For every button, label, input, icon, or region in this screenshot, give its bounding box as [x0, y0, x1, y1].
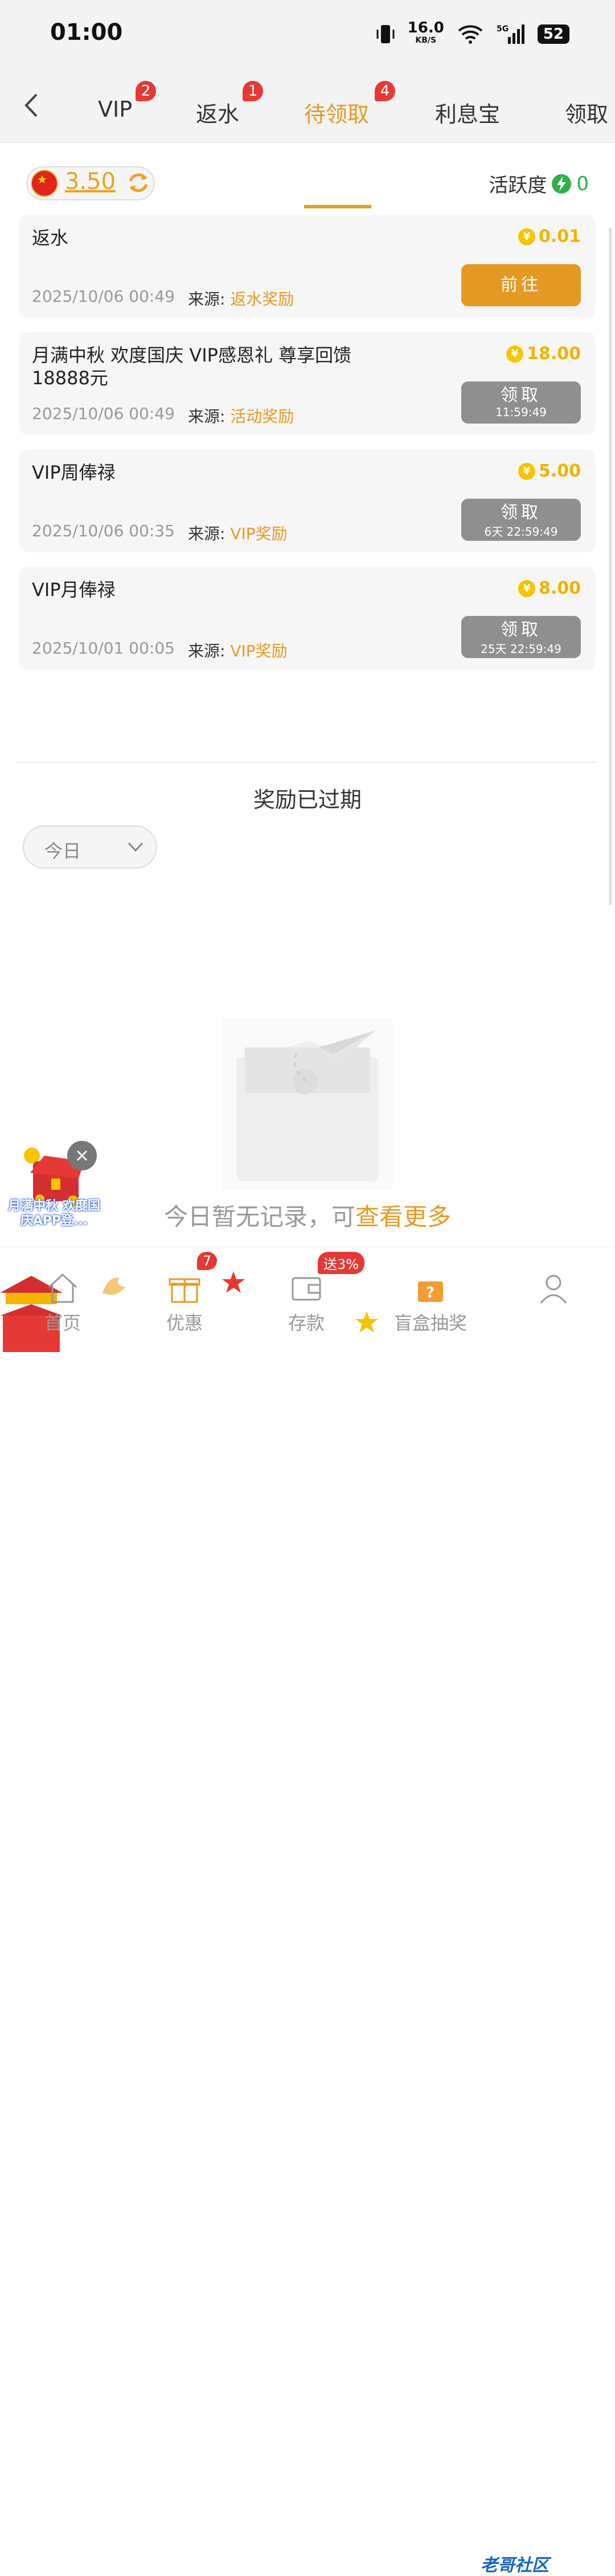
chevron-down-icon	[128, 842, 144, 852]
activity-label: 活跃度	[489, 174, 547, 197]
reward-card: 月满中秋 欢度国庆 VIP感恩礼 尊享回馈18888元 ¥18.00 2025/…	[20, 332, 594, 433]
reward-date: 2025/10/06 00:49	[32, 404, 175, 423]
china-flag-icon	[31, 170, 58, 197]
nav-deposit[interactable]: 存款	[261, 1271, 352, 1335]
signal-icon: 5G	[497, 24, 524, 44]
balance-pill[interactable]: 3.50	[26, 166, 155, 200]
reward-card: VIP月俸禄 ¥8.00 2025/10/01 00:05 来源: VIP奖励 …	[20, 567, 594, 667]
status-time: 01:00	[50, 19, 123, 46]
promotions-badge: 7	[197, 1252, 218, 1270]
claim-button[interactable]: 领取 11:59:49	[461, 381, 581, 424]
reward-amount: ¥5.00	[518, 461, 581, 481]
tab-bar: VIP 2 返水 1 待领取 4 利息宝 领取	[0, 68, 615, 208]
claim-timer: 6天 22:59:49	[484, 525, 558, 539]
promo-close-button[interactable]: ×	[67, 1141, 97, 1170]
activity-value: 0	[576, 172, 589, 195]
back-arrow-icon[interactable]	[20, 91, 43, 120]
reward-amount: ¥18.00	[506, 344, 581, 364]
reward-title: 月满中秋 欢度国庆 VIP感恩礼 尊享回馈18888元	[32, 344, 352, 389]
promo-label[interactable]: 月满中秋 欢度国庆APP登...	[6, 1199, 102, 1229]
empty-box-illustration	[222, 1019, 393, 1190]
reward-date: 2025/10/06 00:49	[32, 287, 175, 306]
watermark-logo: 老哥社区	[481, 2556, 549, 2575]
tab-rebate-badge: 1	[243, 81, 263, 101]
date-filter-dropdown[interactable]: 今日	[23, 825, 157, 869]
view-more-link[interactable]: 查看更多	[355, 1203, 451, 1231]
dove-icon	[102, 1277, 125, 1295]
reward-title: 返水	[32, 227, 69, 249]
star-icon	[355, 1311, 378, 1333]
activity-level: 活跃度 0	[489, 170, 589, 198]
balance-value: 3.50	[65, 169, 116, 195]
claim-button[interactable]: 领取 25天 22:59:49	[461, 616, 581, 658]
tab-vip[interactable]: VIP	[98, 97, 132, 122]
battery-indicator: 52	[537, 24, 569, 44]
nav-blind-box[interactable]: ? 盲盒抽奖	[385, 1271, 476, 1335]
coin-icon: ¥	[518, 228, 535, 245]
tab-pending[interactable]: 待领取	[304, 97, 369, 128]
wallet-icon	[292, 1277, 321, 1301]
coin-icon: ¥	[506, 345, 524, 363]
deposit-badge: 送3%	[318, 1252, 365, 1274]
tab-pending-badge: 4	[375, 81, 395, 101]
home-icon	[48, 1273, 77, 1303]
go-button[interactable]: 前往	[461, 264, 581, 306]
wifi-icon	[458, 25, 483, 44]
reward-card: 返水 ¥0.01 2025/10/06 00:49 来源: 返水奖励 前往	[20, 215, 594, 315]
reward-title: VIP周俸禄	[32, 462, 116, 483]
reward-date: 2025/10/01 00:05	[32, 639, 175, 658]
reward-source: 来源: 返水奖励	[188, 290, 294, 309]
svg-text:5G: 5G	[497, 24, 509, 34]
status-bar: 01:00 16.0 KB/S 5G 52	[0, 0, 615, 68]
bottom-navigation: 首页 优惠 7 存款 送3% ? 盲盒抽奖 老哥社区	[0, 1247, 615, 2575]
claim-timer: 25天 22:59:49	[481, 642, 561, 656]
reward-source: 来源: VIP奖励	[188, 642, 288, 660]
svg-text:?: ?	[426, 1284, 434, 1301]
tab-interest[interactable]: 利息宝	[435, 97, 500, 128]
status-icons: 16.0 KB/S 5G 52	[376, 19, 569, 47]
user-icon	[540, 1275, 567, 1304]
vibrate-icon	[376, 25, 395, 43]
nav-home[interactable]: 首页	[17, 1271, 108, 1335]
reward-source: 来源: 活动奖励	[188, 407, 294, 426]
nav-profile[interactable]	[508, 1271, 599, 1309]
tab-rebate[interactable]: 返水	[196, 97, 239, 128]
date-filter-value: 今日	[44, 840, 81, 862]
coin-icon: ¥	[518, 580, 535, 597]
reward-amount: ¥8.00	[518, 578, 581, 598]
reward-date: 2025/10/06 00:35	[32, 521, 175, 540]
claim-button[interactable]: 领取 6天 22:59:49	[461, 499, 581, 541]
active-tab-indicator	[304, 205, 371, 208]
reward-source: 来源: VIP奖励	[188, 524, 288, 543]
reward-amount: ¥0.01	[518, 227, 581, 246]
section-divider	[17, 762, 598, 763]
tab-vip-badge: 2	[136, 81, 156, 101]
gift-icon	[169, 1278, 200, 1303]
reward-card: VIP周俸禄 ¥5.00 2025/10/06 00:35 来源: VIP奖励 …	[20, 450, 594, 550]
mystery-box-icon: ?	[418, 1281, 443, 1302]
claim-timer: 11:59:49	[495, 405, 547, 419]
reward-title: VIP月俸禄	[32, 579, 116, 601]
expired-section-title: 奖励已过期	[253, 787, 362, 812]
network-speed: 16.0 KB/S	[407, 19, 444, 45]
tab-claim[interactable]: 领取	[565, 97, 608, 128]
nav-promotions[interactable]: 优惠	[139, 1271, 230, 1335]
star-icon	[222, 1271, 245, 1293]
coin-icon: ¥	[518, 462, 535, 480]
lightning-icon	[552, 174, 572, 194]
refresh-icon[interactable]	[125, 170, 151, 196]
